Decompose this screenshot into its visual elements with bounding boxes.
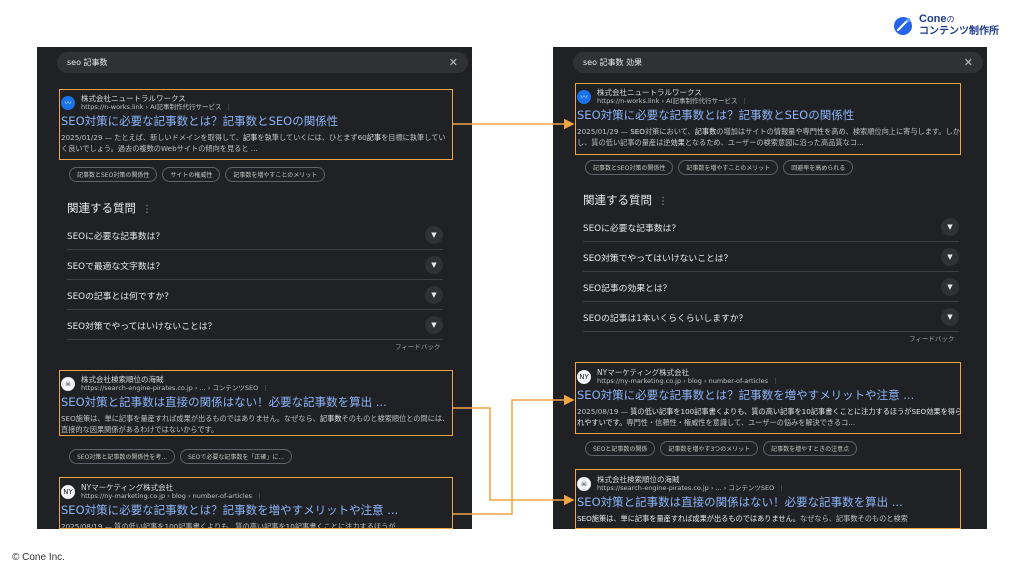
more-options-icon[interactable]: ⋮: [262, 384, 269, 392]
pirate-icon: ☠: [61, 376, 75, 391]
search-result-ny[interactable]: NY NYマーケティング株式会社 https://ny-marketing.co…: [577, 368, 967, 429]
more-options-icon[interactable]: ⋮: [142, 204, 152, 215]
site-url: https://ny-marketing.co.jp › blog › numb…: [597, 377, 769, 385]
paa-item[interactable]: SEOの記事は1本いくらくらいしますか？ ▼: [583, 303, 959, 332]
more-options-icon[interactable]: ⋮: [226, 103, 233, 111]
search-result-nworks[interactable]: 〰 株式会社ニュートラルワークス https://n-works.link › …: [577, 88, 967, 149]
sitelink-chip[interactable]: SEOで必要な記事数を「正確」に...: [180, 449, 293, 464]
search-bar[interactable]: seo 記事数 ✕: [57, 52, 468, 73]
brand-tagline: コンテンツ制作所: [919, 26, 999, 37]
result-title-link[interactable]: SEO対策に必要な記事数とは？記事数とSEOの関係性: [577, 108, 967, 124]
pulse-icon: 〰: [61, 95, 75, 110]
site-url: https://n-works.link › AI記事制作代行サービス: [597, 97, 738, 105]
result-snippet: 2025/01/29 — SEO対策において、記事数の増加はサイトの情報量や専門…: [577, 126, 960, 148]
feedback-link[interactable]: フィードバック: [395, 341, 440, 351]
clear-icon[interactable]: ✕: [449, 56, 458, 69]
chevron-down-icon[interactable]: ▼: [425, 316, 443, 334]
sitelink-chip[interactable]: 記事数を増やすことのメリット: [225, 167, 326, 182]
site-name: NYマーケティング株式会社: [81, 483, 174, 492]
result-title-link[interactable]: SEO対策と記事数は直接の関係はない！必要な記事数を算出 ...: [61, 395, 451, 411]
result-title-link[interactable]: SEO対策に必要な記事数とは？記事数とSEOの関係性: [61, 114, 451, 130]
clear-icon[interactable]: ✕: [964, 56, 973, 69]
more-options-icon[interactable]: ⋮: [772, 377, 779, 385]
sitelink-chip[interactable]: 記事数とSEO対策の関係性: [585, 160, 674, 175]
result-chips: SEO対策と記事数の関係性を考... SEOで必要な記事数を「正確」に...: [69, 449, 293, 464]
sitelink-chip[interactable]: 記事数を増やすときの注意点: [763, 441, 858, 456]
more-options-icon[interactable]: ⋮: [742, 97, 749, 105]
sitelink-chip[interactable]: 記事数を増やす3つのメリット: [660, 441, 759, 456]
site-url: https://n-works.link › AI記事制作代行サービス: [81, 103, 222, 111]
result-title-link[interactable]: SEO対策に必要な記事数とは？記事数を増やすメリットや注意 ...: [61, 503, 451, 519]
result-title-link[interactable]: SEO対策と記事数は直接の関係はない！必要な記事数を算出 ...: [577, 495, 967, 511]
search-result-nworks[interactable]: 〰 株式会社ニュートラルワークス https://n-works.link › …: [61, 94, 451, 155]
search-result-pirates[interactable]: ☠ 株式会社検索順位の海賊 https://search-engine-pira…: [61, 375, 451, 436]
result-chips: 記事数とSEO対策の関係性 記事数を増やすことのメリット 回避率を高められる: [585, 160, 854, 175]
result-snippet: 2025/01/29 — たとえば、新しいドメインを取得して、記事を執筆していく…: [61, 132, 446, 154]
ny-icon: NY: [61, 484, 75, 499]
site-name: NYマーケティング株式会社: [597, 368, 690, 377]
result-snippet: 2025/08/19 — 質の低い記事を100記事書くよりも、質の高い記事を10…: [61, 521, 396, 529]
site-url: https://search-engine-pirates.co.jp › ..…: [597, 484, 775, 492]
more-options-icon[interactable]: ⋮: [778, 484, 785, 492]
chevron-down-icon[interactable]: ▼: [941, 278, 959, 296]
sitelink-chip[interactable]: サイトの権威性: [162, 167, 221, 182]
brand-suffix: の: [946, 15, 955, 24]
result-chips: 記事数とSEO対策の関係性 サイトの権威性 記事数を増やすことのメリット: [69, 167, 326, 182]
cone-logo-icon: [894, 16, 912, 35]
brand-name: Cone: [919, 13, 947, 25]
sitelink-chip[interactable]: SEOと記事数の関係: [585, 441, 656, 456]
pulse-icon: 〰: [577, 89, 591, 104]
chevron-down-icon[interactable]: ▼: [425, 256, 443, 274]
chevron-down-icon[interactable]: ▼: [941, 308, 959, 326]
sitelink-chip[interactable]: 記事数とSEO対策の関係性: [69, 167, 158, 182]
paa-item[interactable]: SEOの記事とは何ですか？ ▼: [67, 281, 443, 310]
right-serp-panel: seo 記事数 効果 ✕ 〰 株式会社ニュートラルワークス https://n-…: [553, 47, 987, 529]
chevron-down-icon[interactable]: ▼: [941, 248, 959, 266]
cone-logo: Coneの コンテンツ制作所: [893, 14, 999, 37]
result-title-link[interactable]: SEO対策に必要な記事数とは？記事数を増やすメリットや注意 ...: [577, 388, 967, 404]
paa-item[interactable]: SEOに必要な記事数は？ ▼: [583, 213, 959, 242]
search-result-ny[interactable]: NY NYマーケティング株式会社 https://ny-marketing.co…: [61, 483, 451, 529]
site-url: https://search-engine-pirates.co.jp › ..…: [81, 384, 259, 392]
paa-item[interactable]: SEO対策でやってはいけないことは？ ▼: [67, 311, 443, 340]
search-query[interactable]: seo 記事数: [67, 57, 449, 68]
result-snippet: 2025/08/19 — 質の低い記事を100記事書くよりも、質の高い記事を10…: [577, 406, 963, 428]
sitelink-chip[interactable]: SEO対策と記事数の関係性を考...: [69, 449, 176, 464]
result-chips: SEOと記事数の関係 記事数を増やす3つのメリット 記事数を増やすときの注意点: [585, 441, 858, 456]
sitelink-chip[interactable]: 回避率を高められる: [783, 160, 854, 175]
chevron-down-icon[interactable]: ▼: [941, 218, 959, 236]
chevron-down-icon[interactable]: ▼: [425, 226, 443, 244]
paa-item[interactable]: SEOで最適な文字数は？ ▼: [67, 251, 443, 280]
more-options-icon[interactable]: ⋮: [256, 492, 263, 500]
chevron-down-icon[interactable]: ▼: [425, 286, 443, 304]
paa-item[interactable]: SEO記事の効果とは？ ▼: [583, 273, 959, 302]
pirate-icon: ☠: [577, 476, 591, 491]
feedback-link[interactable]: フィードバック: [909, 333, 954, 343]
site-name: 株式会社ニュートラルワークス: [81, 94, 186, 103]
paa-heading: 関連する質問 ⋮: [583, 193, 668, 207]
site-url: https://ny-marketing.co.jp › blog › numb…: [81, 492, 253, 500]
search-query[interactable]: seo 記事数 効果: [583, 57, 964, 68]
search-result-pirates[interactable]: ☠ 株式会社検索順位の海賊 https://search-engine-pira…: [577, 475, 967, 529]
result-snippet: SEO施策は、単に記事を量産すれば成果が出るものではありません。なぜなら、記事数…: [577, 513, 908, 523]
site-name: 株式会社ニュートラルワークス: [597, 88, 702, 97]
sitelink-chip[interactable]: 記事数を増やすことのメリット: [678, 160, 779, 175]
site-name: 株式会社検索順位の海賊: [597, 475, 680, 484]
more-options-icon[interactable]: ⋮: [658, 196, 668, 207]
paa-item[interactable]: SEO対策でやってはいけないことは？ ▼: [583, 243, 959, 272]
paa-item[interactable]: SEOに必要な記事数は？ ▼: [67, 221, 443, 250]
site-name: 株式会社検索順位の海賊: [81, 375, 164, 384]
ny-icon: NY: [577, 369, 591, 384]
left-serp-panel: seo 記事数 ✕ 〰 株式会社ニュートラルワークス https://n-wor…: [37, 47, 472, 529]
paa-heading: 関連する質問 ⋮: [67, 201, 152, 215]
search-bar[interactable]: seo 記事数 効果 ✕: [573, 52, 983, 73]
copyright-notice: © Cone Inc.: [12, 552, 65, 563]
result-snippet: SEO施策は、単に記事を量産すれば成果が出るものではありません。なぜなら、記事数…: [61, 413, 450, 435]
